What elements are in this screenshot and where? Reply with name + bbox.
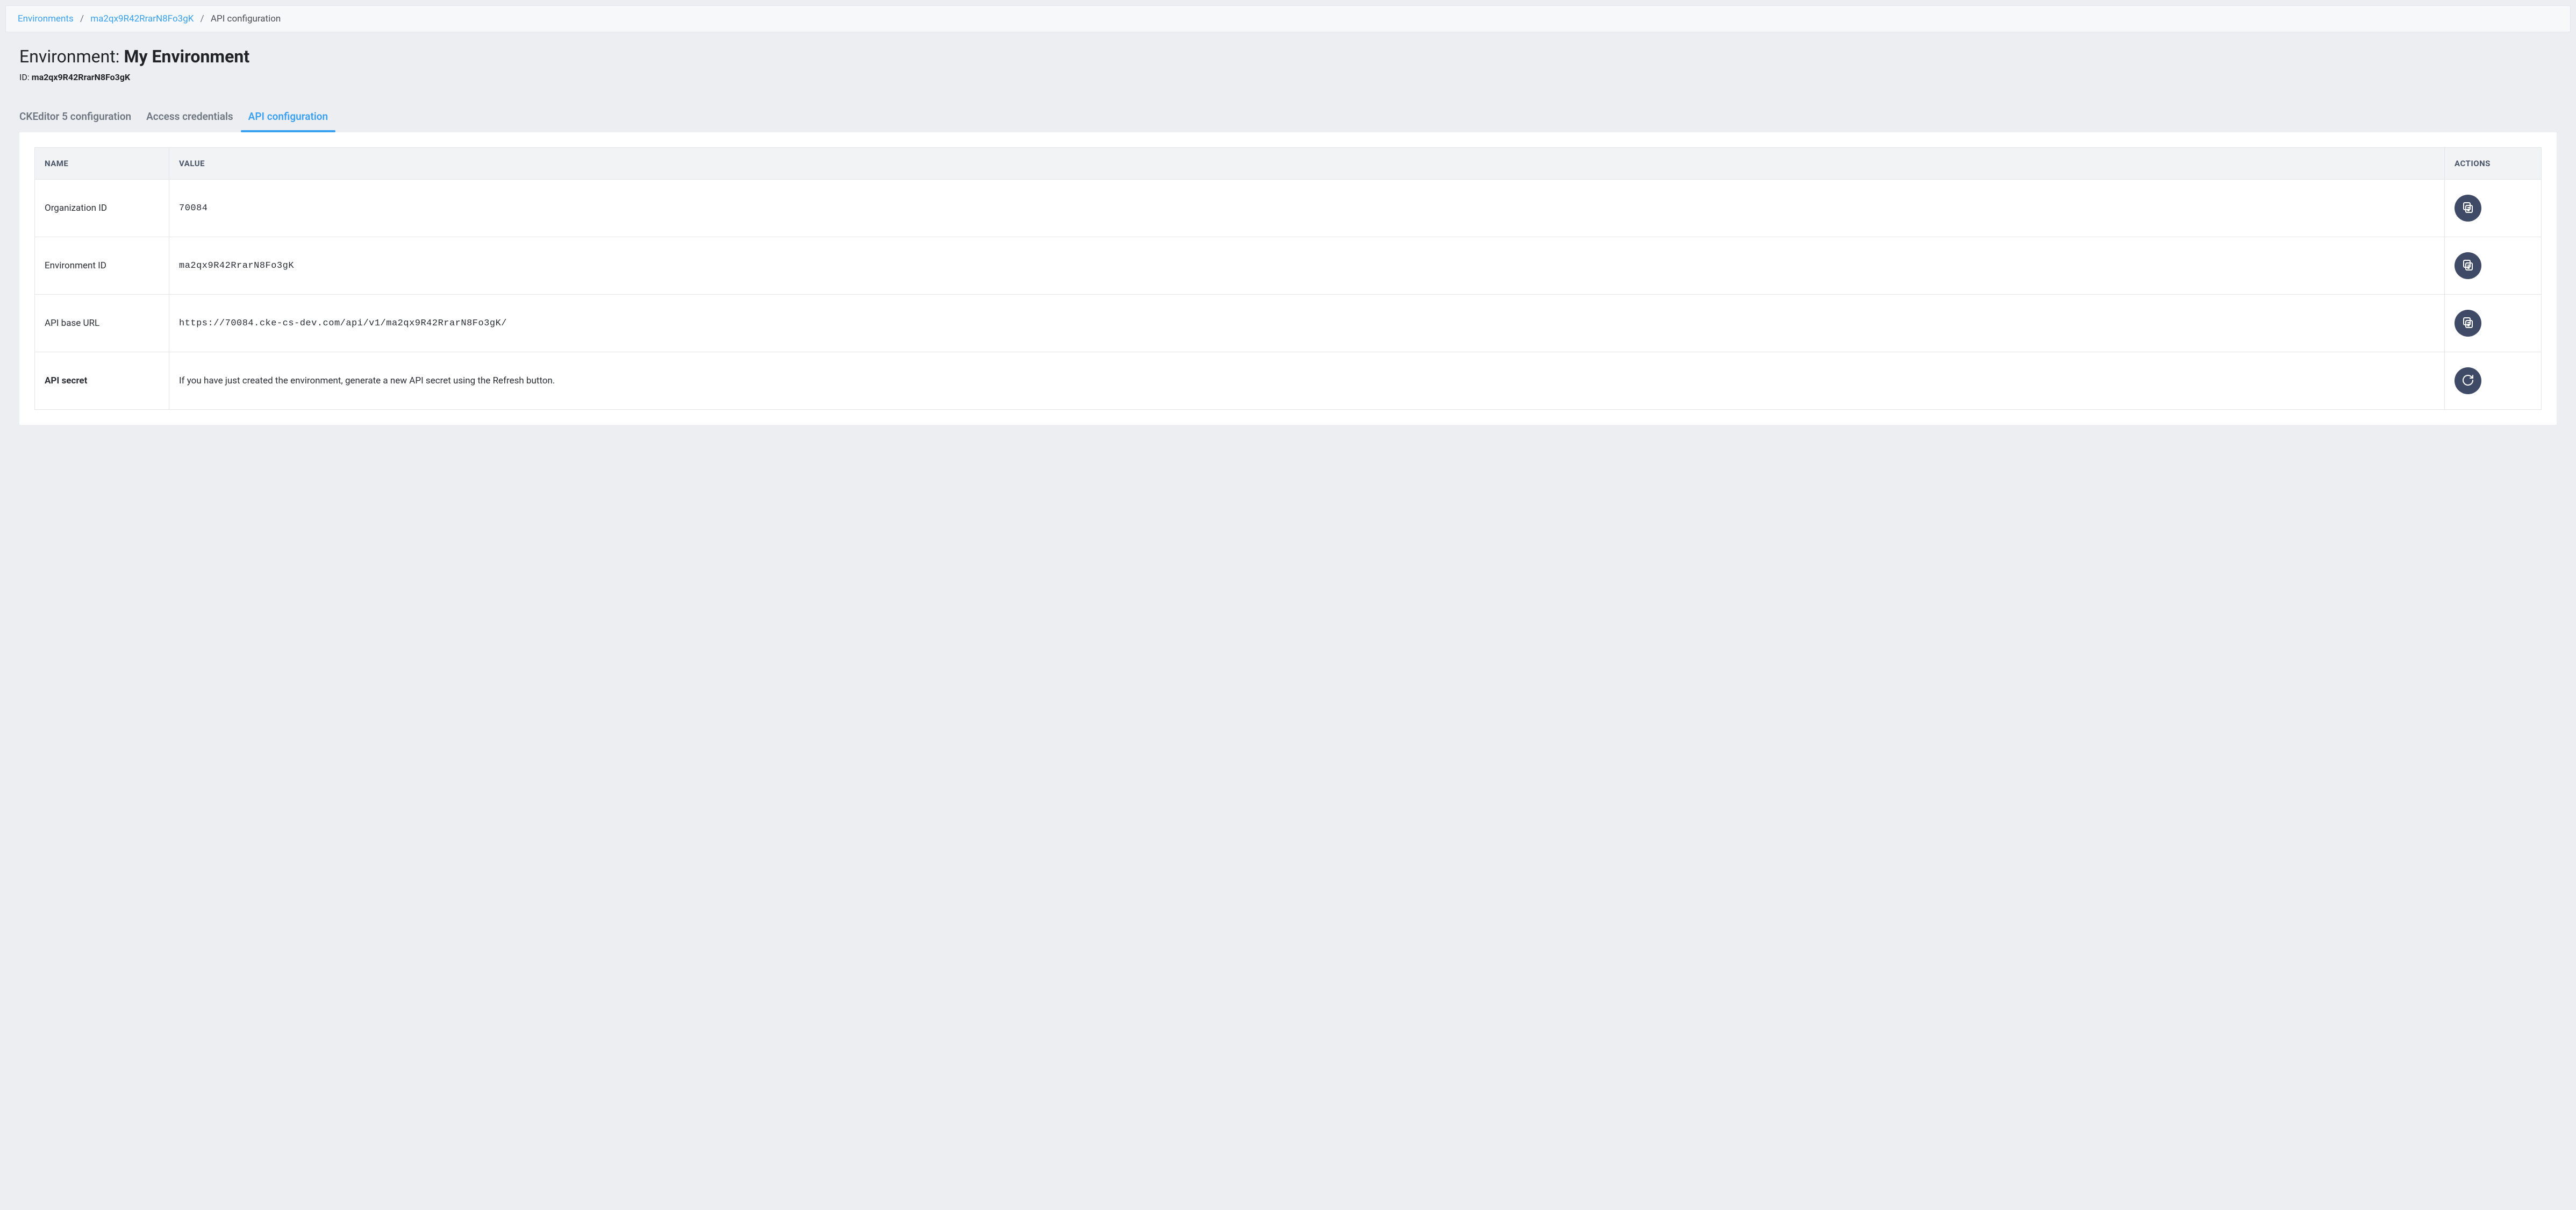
row-value-organization-id: 70084 bbox=[169, 180, 2445, 237]
breadcrumb-link-environment-id[interactable]: ma2qx9R42RrarN8Fo3gK bbox=[90, 13, 194, 24]
refresh-icon bbox=[2461, 374, 2474, 388]
row-name-environment-id: Environment ID bbox=[35, 237, 169, 295]
row-name-api-base-url: API base URL bbox=[35, 295, 169, 352]
table-row: API base URL https://70084.cke-cs-dev.co… bbox=[35, 295, 2542, 352]
table-row: Environment ID ma2qx9R42RrarN8Fo3gK bbox=[35, 237, 2542, 295]
copy-button[interactable] bbox=[2455, 195, 2481, 222]
page-header: Environment: My Environment ID: ma2qx9R4… bbox=[0, 38, 2576, 88]
row-value-environment-id: ma2qx9R42RrarN8Fo3gK bbox=[169, 237, 2445, 295]
copy-icon bbox=[2461, 201, 2474, 216]
page-subtitle: ID: ma2qx9R42RrarN8Fo3gK bbox=[19, 72, 2557, 82]
copy-icon bbox=[2461, 259, 2474, 273]
copy-button[interactable] bbox=[2455, 310, 2481, 337]
page-title: Environment: My Environment bbox=[19, 46, 2557, 67]
copy-button[interactable] bbox=[2455, 252, 2481, 279]
row-value-api-secret: If you have just created the environment… bbox=[169, 352, 2445, 410]
copy-icon bbox=[2461, 316, 2474, 331]
page-title-prefix: Environment: bbox=[19, 46, 124, 67]
tab-api-configuration[interactable]: API configuration bbox=[248, 105, 328, 132]
content-card: NAME VALUE ACTIONS Organization ID 70084 bbox=[19, 132, 2557, 425]
table-row: Organization ID 70084 bbox=[35, 180, 2542, 237]
table-header-value: VALUE bbox=[169, 148, 2445, 180]
row-name-organization-id: Organization ID bbox=[35, 180, 169, 237]
tab-access-credentials[interactable]: Access credentials bbox=[146, 105, 233, 132]
row-value-api-base-url: https://70084.cke-cs-dev.com/api/v1/ma2q… bbox=[169, 295, 2445, 352]
table-row: API secret If you have just created the … bbox=[35, 352, 2542, 410]
table-header-actions: ACTIONS bbox=[2445, 148, 2542, 180]
id-value: ma2qx9R42RrarN8Fo3gK bbox=[32, 72, 130, 82]
refresh-button[interactable] bbox=[2455, 367, 2481, 394]
page-title-name: My Environment bbox=[124, 46, 249, 67]
breadcrumb-separator: / bbox=[80, 13, 84, 24]
row-name-api-secret: API secret bbox=[35, 352, 169, 410]
breadcrumb-current: API configuration bbox=[211, 13, 281, 24]
tab-ckeditor5-configuration[interactable]: CKEditor 5 configuration bbox=[19, 105, 131, 132]
breadcrumb-separator: / bbox=[201, 13, 204, 24]
tabs: CKEditor 5 configuration Access credenti… bbox=[0, 105, 2576, 132]
table-header-name: NAME bbox=[35, 148, 169, 180]
breadcrumb-link-environments[interactable]: Environments bbox=[18, 13, 74, 24]
breadcrumb: Environments / ma2qx9R42RrarN8Fo3gK / AP… bbox=[5, 5, 2571, 32]
api-config-table: NAME VALUE ACTIONS Organization ID 70084 bbox=[34, 147, 2542, 410]
id-label: ID: bbox=[19, 72, 32, 82]
